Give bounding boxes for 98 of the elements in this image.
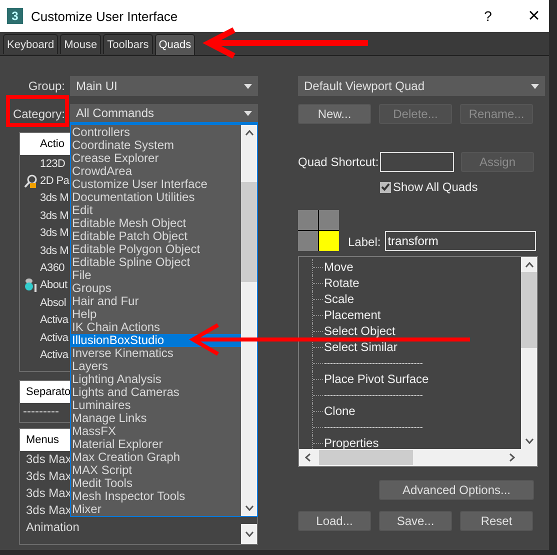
action-item[interactable]: A360 [40, 262, 64, 274]
advanced-options-button[interactable]: Advanced Options... [379, 480, 534, 500]
label-label: Label: [348, 235, 381, 249]
separator-item[interactable]: --------------------------------- [324, 390, 423, 400]
dropdown-option[interactable]: Mixer [71, 503, 241, 516]
show-all-quads-label: Show All Quads [393, 180, 478, 194]
tree-item[interactable]: Clone [324, 404, 356, 418]
dropdown-option[interactable]: Manage Links [71, 412, 241, 425]
caret-icon [244, 110, 252, 116]
chevron-up-icon [244, 130, 254, 136]
dropdown-option[interactable]: Lights and Cameras [71, 386, 241, 399]
dropdown-option[interactable]: CrowdArea [71, 165, 241, 178]
highlight-frame [6, 95, 69, 127]
caret-icon [531, 84, 539, 88]
chevron-down-icon [524, 438, 534, 444]
dropdown-option[interactable]: File [71, 269, 241, 282]
caret-icon [244, 84, 252, 88]
footer-button[interactable]: Save... [379, 511, 452, 531]
tree-item[interactable]: Place Pivot Surface [324, 372, 429, 386]
dropdown-option[interactable]: Material Explorer [71, 438, 241, 451]
tree-item[interactable]: Scale [324, 292, 354, 306]
quad-shortcut-label: Quad Shortcut: [298, 155, 380, 169]
footer-button[interactable]: Reset [460, 511, 533, 531]
dropdown-option[interactable]: Crease Explorer [71, 152, 241, 165]
help-button[interactable]: ? [465, 1, 511, 31]
dropdown-option[interactable]: IK Chain Actions [71, 321, 241, 334]
chevron-left-icon [305, 453, 311, 462]
scrollbar[interactable] [241, 524, 257, 544]
tree-item[interactable]: Select Similar [324, 340, 398, 354]
tab[interactable]: Keyboard [3, 34, 58, 54]
dropdown-option[interactable]: Max Creation Graph [71, 451, 241, 464]
action-item[interactable]: 3ds M [40, 244, 68, 257]
dropdown-option[interactable]: Mesh Inspector Tools [71, 490, 241, 503]
action-item[interactable]: Activa [40, 348, 68, 361]
window-title: Customize User Interface [31, 8, 178, 24]
dropdown-option[interactable]: Groups [71, 282, 241, 295]
dropdown-option[interactable]: Inverse Kinematics [71, 347, 241, 360]
tab[interactable]: Quads [154, 34, 196, 55]
tree-item[interactable]: Select Object [324, 324, 396, 338]
label-field[interactable]: transform [384, 231, 536, 251]
dropdown-option[interactable]: Editable Spline Object [71, 256, 241, 269]
group-label: Group: [27, 79, 65, 93]
action-item[interactable]: 123D [40, 158, 66, 170]
scrollbar[interactable] [521, 257, 537, 449]
dropdown-option[interactable]: Layers [71, 360, 241, 373]
checkmark-icon [381, 183, 390, 191]
category-label: Category: [12, 107, 65, 121]
close-button[interactable]: × [511, 1, 549, 31]
action-item[interactable]: 3ds M [40, 192, 68, 204]
dropdown-option[interactable]: Customize User Interface [71, 178, 241, 191]
quadrant-swatch[interactable] [298, 210, 318, 230]
chevron-right-icon [509, 453, 515, 462]
scrollbar[interactable] [241, 125, 257, 516]
tree-item[interactable]: Rotate [324, 276, 360, 290]
scrollbar-thumb[interactable] [241, 182, 257, 282]
quad-button[interactable]: New... [298, 104, 371, 124]
quadrant-swatch[interactable] [319, 231, 339, 251]
action-item[interactable]: 2D Pa [40, 175, 70, 188]
magnifier-icon [24, 174, 38, 188]
dropdown-option[interactable]: Medit Tools [71, 477, 241, 490]
action-item[interactable]: Absol [40, 296, 66, 309]
dropdown-option[interactable]: Help [71, 308, 241, 321]
quadrant-swatch[interactable] [319, 210, 339, 230]
action-item[interactable]: About [40, 279, 68, 292]
quad-set-dropdown[interactable]: Default Viewport Quad [298, 76, 545, 96]
dropdown-option[interactable]: MAX Script [71, 464, 241, 477]
tree-item[interactable]: Move [324, 260, 354, 274]
menu-item[interactable]: Animation [20, 519, 240, 536]
dropdown-option[interactable]: Editable Mesh Object [71, 217, 241, 230]
dropdown-option[interactable]: Documentation Utilities [71, 191, 241, 204]
dropdown-option[interactable]: Edit [71, 204, 241, 217]
scrollbar[interactable] [299, 449, 537, 466]
scrollbar-thumb[interactable] [521, 272, 537, 348]
action-item[interactable]: 3ds M [40, 210, 68, 222]
info-icon [24, 278, 38, 292]
tab[interactable]: Toolbars [103, 34, 153, 54]
separator-item[interactable]: --------------------------------- [324, 422, 423, 432]
shortcut-field[interactable] [380, 152, 454, 172]
group-dropdown[interactable]: Main UI [70, 76, 258, 96]
quadrant-swatch[interactable] [298, 231, 318, 251]
dropdown-option[interactable]: Hair and Fur [71, 295, 241, 308]
dropdown-option[interactable]: Editable Polygon Object [71, 243, 241, 256]
dropdown-option[interactable]: Coordinate System [71, 139, 241, 152]
app-logo: 3 [7, 8, 23, 24]
action-item[interactable]: Activa [40, 314, 68, 326]
footer-button[interactable]: Load... [298, 511, 371, 531]
action-item[interactable]: 3ds M [40, 227, 68, 240]
action-item[interactable]: Activa [40, 332, 68, 344]
scrollbar-thumb[interactable] [319, 450, 413, 465]
chevron-down-icon [244, 505, 254, 511]
tree-item[interactable]: Placement [324, 308, 381, 322]
tab[interactable]: Mouse [60, 34, 102, 54]
checkbox[interactable] [380, 182, 391, 192]
chevron-up-icon [524, 262, 534, 268]
chevron-down-icon [244, 531, 254, 537]
separator-item[interactable]: --------------------------------- [324, 358, 423, 368]
dropdown-option[interactable]: Editable Patch Object [71, 230, 241, 243]
category-dropdown[interactable]: All Commands [70, 104, 258, 124]
